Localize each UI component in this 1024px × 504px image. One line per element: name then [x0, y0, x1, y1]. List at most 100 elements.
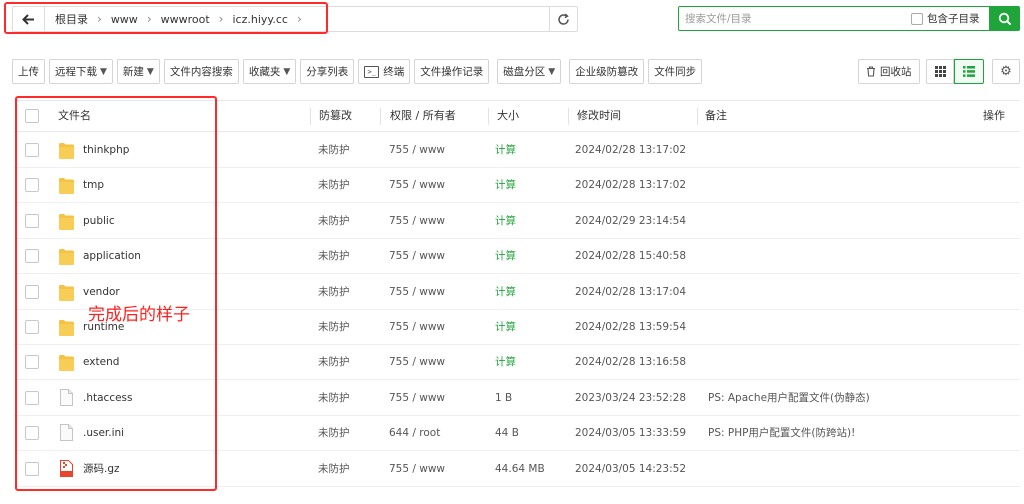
chevron-down-icon: ▼: [146, 66, 154, 77]
tamper-status[interactable]: 未防护: [318, 381, 350, 416]
perm-owner[interactable]: 755 / www: [389, 168, 445, 203]
folder-icon: [59, 354, 74, 372]
recycle-bin-button[interactable]: 回收站: [858, 59, 920, 84]
grid-view-button[interactable]: [926, 59, 954, 84]
file-size[interactable]: 计算: [495, 310, 516, 345]
table-row[interactable]: .htaccess 未防护 755 / www 1 B 2023/03/24 23:52…: [14, 381, 1020, 416]
tamper-status[interactable]: 未防护: [318, 452, 350, 487]
tamper-status[interactable]: 未防护: [318, 133, 350, 168]
perm-owner[interactable]: 755 / www: [389, 452, 445, 487]
table-row[interactable]: application 未防护 755 / www 计算 2024/02/28 15:4…: [14, 239, 1020, 275]
remark[interactable]: PS: PHP用户配置文件(防跨站)!: [708, 416, 855, 451]
header-ops: 操作: [983, 109, 1005, 122]
row-checkbox[interactable]: [25, 320, 39, 334]
row-checkbox[interactable]: [25, 461, 39, 476]
toolbar: 上传 远程下载 ▼ 新建 ▼ 文件内容搜索 收藏夹 ▼ 分享列表 >_ 终端 文件操作记…: [12, 59, 706, 84]
tamper-proof-button[interactable]: 企业级防篡改: [569, 59, 645, 84]
settings-button[interactable]: ⚙: [992, 59, 1020, 84]
row-checkbox[interactable]: [25, 426, 39, 441]
row-checkbox[interactable]: [25, 213, 39, 228]
select-all-checkbox[interactable]: [25, 109, 39, 123]
operation-log-button[interactable]: 文件操作记录: [414, 59, 490, 84]
tamper-status[interactable]: 未防护: [318, 345, 350, 380]
tamper-status[interactable]: 未防护: [318, 416, 350, 451]
file-name[interactable]: thinkphp: [83, 133, 129, 168]
share-list-button[interactable]: 分享列表: [300, 59, 355, 84]
perm-owner[interactable]: 755 / www: [389, 204, 445, 239]
table-row[interactable]: extend 未防护 755 / www 计算 2024/02/28 13:16:58: [14, 345, 1020, 381]
breadcrumb-wwwroot[interactable]: wwwroot: [161, 13, 210, 26]
table-row[interactable]: thinkphp 未防护 755 / www 计算 2024/02/28 13:17:0…: [14, 133, 1020, 168]
modified-time: 2024/02/28 13:59:54: [575, 321, 687, 333]
header-mtime[interactable]: 修改时间: [577, 101, 621, 131]
perm-owner[interactable]: 644 / root: [389, 416, 440, 451]
content-search-button[interactable]: 文件内容搜索: [163, 59, 239, 84]
operation-log-label: 文件操作记录: [420, 66, 484, 78]
row-checkbox[interactable]: [25, 284, 39, 299]
include-subdir-checkbox[interactable]: 包含子目录: [911, 11, 980, 26]
upload-button[interactable]: 上传: [12, 59, 45, 84]
table-row[interactable]: 源码.gz 未防护 755 / www 44.64 MB 2024/03/05 14:2…: [14, 452, 1020, 487]
file-name[interactable]: tmp: [83, 168, 104, 203]
back-button[interactable]: [13, 7, 45, 31]
disk-partition-button[interactable]: 磁盘分区 ▼: [497, 59, 562, 84]
remote-download-label: 远程下载: [55, 66, 97, 78]
terminal-button[interactable]: >_ 终端: [358, 59, 411, 84]
file-name[interactable]: .htaccess: [83, 381, 133, 416]
modified-time: 2024/02/28 15:40:58: [575, 250, 687, 263]
row-checkbox[interactable]: [25, 355, 39, 370]
file-size[interactable]: 计算: [495, 275, 516, 310]
file-icon: [60, 424, 73, 442]
perm-owner[interactable]: 755 / www: [389, 310, 445, 345]
folder-icon: [59, 248, 74, 266]
header-name[interactable]: 文件名: [58, 101, 91, 131]
tamper-status[interactable]: 未防护: [318, 275, 350, 310]
file-size[interactable]: 计算: [495, 204, 516, 239]
row-checkbox[interactable]: [25, 143, 39, 157]
remark[interactable]: PS: Apache用户配置文件(伪静态): [708, 381, 870, 416]
file-size[interactable]: 计算: [495, 345, 516, 380]
row-checkbox[interactable]: [25, 178, 39, 193]
tamper-status[interactable]: 未防护: [318, 204, 350, 239]
breadcrumb-www[interactable]: www: [111, 13, 138, 26]
file-name[interactable]: application: [83, 239, 141, 274]
refresh-button[interactable]: [549, 7, 577, 31]
table-row[interactable]: public 未防护 755 / www 计算 2024/02/29 23:14:54: [14, 204, 1020, 239]
checkbox[interactable]: [911, 12, 923, 25]
perm-owner[interactable]: 755 / www: [389, 239, 445, 274]
file-sync-button[interactable]: 文件同步: [648, 59, 703, 84]
perm-owner[interactable]: 755 / www: [389, 345, 445, 380]
perm-owner[interactable]: 755 / www: [389, 275, 445, 310]
tamper-status[interactable]: 未防护: [318, 239, 350, 274]
file-name[interactable]: extend: [83, 345, 119, 380]
table-row[interactable]: tmp 未防护 755 / www 计算 2024/02/28 13:17:02: [14, 168, 1020, 204]
file-name[interactable]: .user.ini: [83, 416, 124, 451]
perm-owner[interactable]: 755 / www: [389, 381, 445, 416]
breadcrumb-root[interactable]: 根目录: [55, 11, 88, 27]
arrow-left-icon: [22, 13, 34, 25]
header-tamper[interactable]: 防篡改: [319, 101, 352, 131]
folder-icon: [59, 319, 74, 336]
list-view-button[interactable]: [954, 59, 984, 84]
new-button[interactable]: 新建 ▼: [116, 59, 160, 84]
file-name[interactable]: public: [83, 204, 115, 239]
row-checkbox[interactable]: [25, 249, 39, 264]
tamper-status[interactable]: 未防护: [318, 168, 350, 203]
perm-owner[interactable]: 755 / www: [389, 133, 445, 168]
remote-download-button[interactable]: 远程下载 ▼: [49, 59, 113, 84]
table-header: 文件名 防篡改 权限 / 所有者 大小 修改时间 备注 操作: [14, 100, 1020, 132]
search-button[interactable]: [990, 6, 1020, 31]
file-size[interactable]: 计算: [495, 239, 516, 274]
row-checkbox[interactable]: [25, 390, 39, 405]
header-perm-owner[interactable]: 权限 / 所有者: [390, 101, 456, 131]
favorites-button[interactable]: 收藏夹 ▼: [242, 59, 297, 84]
modified-time: 2024/02/29 23:14:54: [575, 214, 687, 227]
search-input[interactable]: [679, 7, 905, 30]
file-name[interactable]: 源码.gz: [83, 452, 120, 487]
tamper-status[interactable]: 未防护: [318, 310, 350, 345]
breadcrumb-site[interactable]: icz.hiyy.cc: [232, 13, 287, 26]
file-size[interactable]: 计算: [495, 133, 516, 168]
table-row[interactable]: .user.ini 未防护 644 / root 44 B 2024/03/05 13:…: [14, 416, 1020, 452]
header-size[interactable]: 大小: [497, 101, 519, 131]
file-size[interactable]: 计算: [495, 168, 516, 203]
